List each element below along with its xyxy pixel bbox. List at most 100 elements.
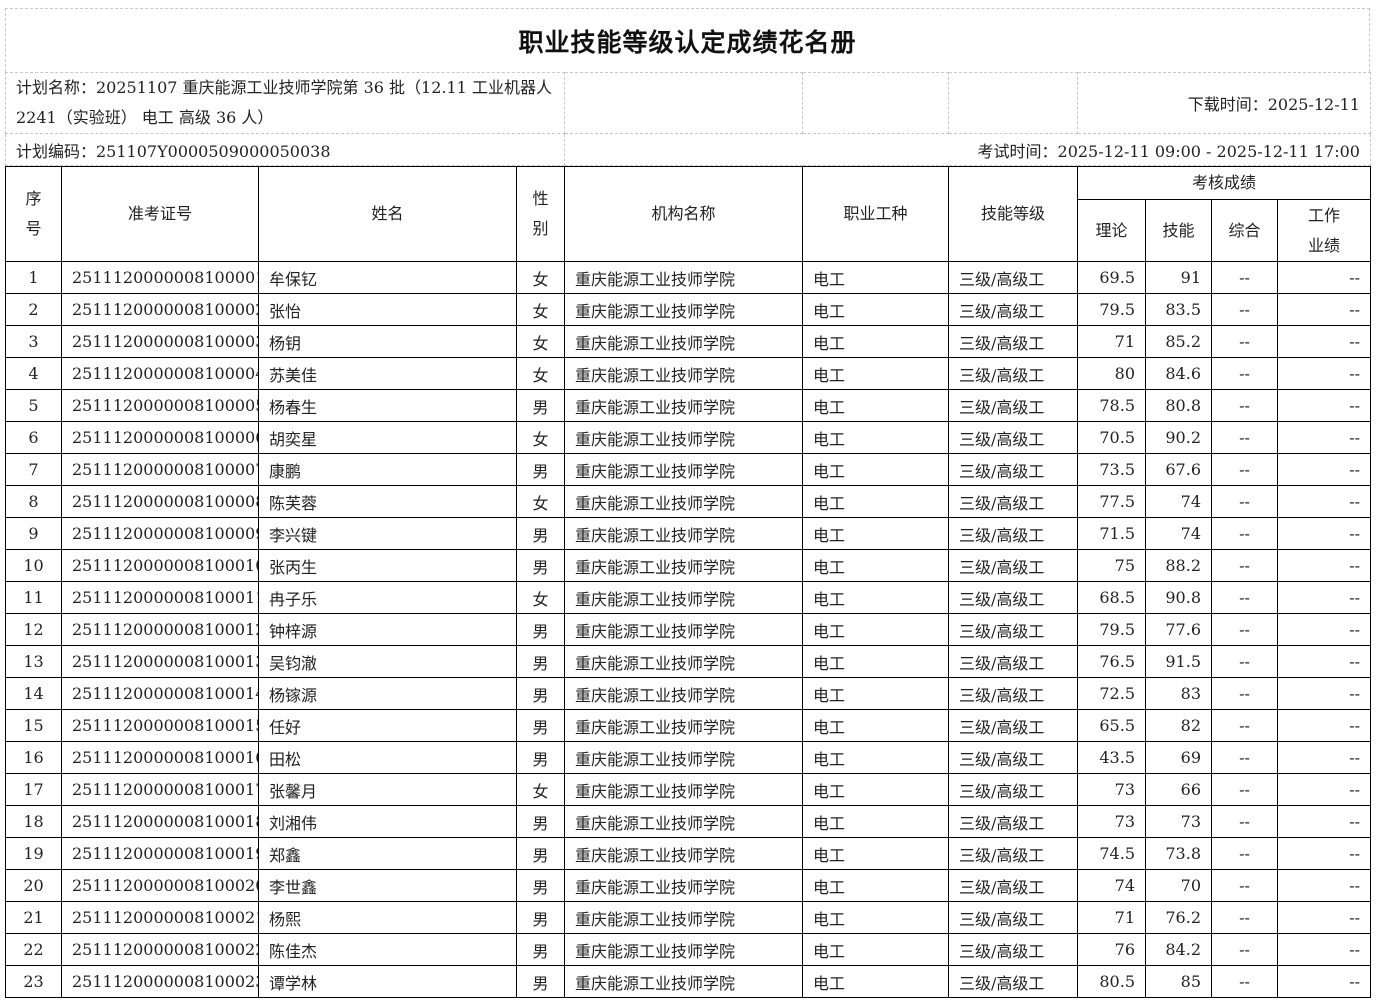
cell-skill: 85 bbox=[1145, 965, 1212, 998]
cell-theory: 71 bbox=[1077, 901, 1146, 934]
cell-work: -- bbox=[1276, 389, 1372, 422]
cell-overall: -- bbox=[1211, 645, 1278, 678]
cell-occupation: 电工 bbox=[802, 293, 949, 326]
cell-ticket: 2511120000008100010 bbox=[61, 549, 259, 582]
cell-work: -- bbox=[1276, 837, 1372, 870]
cell-name: 冉子乐 bbox=[258, 581, 517, 614]
cell-occupation: 电工 bbox=[802, 485, 949, 518]
cell-theory: 72.5 bbox=[1077, 677, 1146, 710]
col-header-level: 技能等级 bbox=[948, 166, 1078, 262]
cell-name: 田松 bbox=[258, 741, 517, 774]
cell-work: -- bbox=[1276, 485, 1372, 518]
cell-skill: 85.2 bbox=[1145, 325, 1212, 358]
cell-seq: 20 bbox=[5, 869, 62, 902]
score-table: 序号 准考证号 姓名 性别 机构名称 职业工种 技能等级 考核成绩 理论 技能 … bbox=[5, 166, 1372, 998]
cell-level: 三级/高级工 bbox=[948, 677, 1078, 710]
cell-seq: 13 bbox=[5, 645, 62, 678]
table-row: 6 2511120000008100006 胡奕星女重庆能源工业技师学院 电工 三级/高… bbox=[5, 421, 1372, 454]
cell-work: -- bbox=[1276, 293, 1372, 326]
cell-gender: 男 bbox=[516, 709, 565, 742]
table-row: 11 2511120000008100011 冉子乐女重庆能源工业技师学院 电工 三级/… bbox=[5, 581, 1372, 614]
col-header-org: 机构名称 bbox=[564, 166, 803, 262]
cell-seq: 21 bbox=[5, 901, 62, 934]
cell-level: 三级/高级工 bbox=[948, 741, 1078, 774]
cell-org: 重庆能源工业技师学院 bbox=[564, 773, 803, 806]
cell-theory: 80 bbox=[1077, 357, 1146, 390]
cell-name: 谭学林 bbox=[258, 965, 517, 998]
cell-name: 胡奕星 bbox=[258, 421, 517, 454]
cell-skill: 70 bbox=[1145, 869, 1212, 902]
cell-occupation: 电工 bbox=[802, 741, 949, 774]
table-row: 5 2511120000008100005 杨春生男重庆能源工业技师学院 电工 三级/高… bbox=[5, 389, 1372, 422]
cell-work: -- bbox=[1276, 549, 1372, 582]
cell-level: 三级/高级工 bbox=[948, 549, 1078, 582]
cell-ticket: 2511120000008100004 bbox=[61, 357, 259, 390]
cell-occupation: 电工 bbox=[802, 389, 949, 422]
plan-name: 计划名称：20251107 重庆能源工业技师学院第 36 批（12.11 工业机… bbox=[5, 72, 565, 134]
cell-overall: -- bbox=[1211, 709, 1278, 742]
cell-name: 钟梓源 bbox=[258, 613, 517, 646]
cell-work: -- bbox=[1276, 805, 1372, 838]
cell-occupation: 电工 bbox=[802, 901, 949, 934]
cell-skill: 82 bbox=[1145, 709, 1212, 742]
cell-seq: 16 bbox=[5, 741, 62, 774]
cell-theory: 76 bbox=[1077, 933, 1146, 966]
cell-seq: 17 bbox=[5, 773, 62, 806]
cell-overall: -- bbox=[1211, 453, 1278, 486]
cell-name: 杨熙 bbox=[258, 901, 517, 934]
cell-level: 三级/高级工 bbox=[948, 357, 1078, 390]
table-row: 20 2511120000008100020 李世鑫男重庆能源工业技师学院 电工 三级/… bbox=[5, 869, 1372, 902]
cell-theory: 74.5 bbox=[1077, 837, 1146, 870]
cell-gender: 男 bbox=[516, 901, 565, 934]
cell-ticket: 2511120000008100009 bbox=[61, 517, 259, 550]
col-header-overall: 综合 bbox=[1211, 199, 1278, 262]
cell-skill: 84.2 bbox=[1145, 933, 1212, 966]
cell-theory: 74 bbox=[1077, 869, 1146, 902]
cell-org: 重庆能源工业技师学院 bbox=[564, 485, 803, 518]
cell-seq: 12 bbox=[5, 613, 62, 646]
cell-ticket: 2511120000008100023 bbox=[61, 965, 259, 998]
cell-org: 重庆能源工业技师学院 bbox=[564, 261, 803, 294]
col-header-name: 姓名 bbox=[258, 166, 517, 262]
cell-occupation: 电工 bbox=[802, 581, 949, 614]
cell-occupation: 电工 bbox=[802, 837, 949, 870]
cell-theory: 69.5 bbox=[1077, 261, 1146, 294]
cell-work: -- bbox=[1276, 677, 1372, 710]
cell-occupation: 电工 bbox=[802, 549, 949, 582]
cell-org: 重庆能源工业技师学院 bbox=[564, 325, 803, 358]
cell-skill: 91 bbox=[1145, 261, 1212, 294]
table-row: 10 2511120000008100010 张丙生男重庆能源工业技师学院 电工 三级/… bbox=[5, 549, 1372, 582]
cell-seq: 15 bbox=[5, 709, 62, 742]
cell-level: 三级/高级工 bbox=[948, 293, 1078, 326]
cell-occupation: 电工 bbox=[802, 933, 949, 966]
cell-name: 杨镓源 bbox=[258, 677, 517, 710]
cell-occupation: 电工 bbox=[802, 773, 949, 806]
cell-name: 张丙生 bbox=[258, 549, 517, 582]
cell-occupation: 电工 bbox=[802, 517, 949, 550]
table-row: 1 2511120000008100001 牟保钇女重庆能源工业技师学院 电工 三级/高… bbox=[5, 261, 1372, 294]
cell-org: 重庆能源工业技师学院 bbox=[564, 421, 803, 454]
cell-theory: 76.5 bbox=[1077, 645, 1146, 678]
cell-seq: 2 bbox=[5, 293, 62, 326]
cell-skill: 66 bbox=[1145, 773, 1212, 806]
cell-theory: 65.5 bbox=[1077, 709, 1146, 742]
cell-gender: 男 bbox=[516, 933, 565, 966]
cell-gender: 男 bbox=[516, 645, 565, 678]
cell-org: 重庆能源工业技师学院 bbox=[564, 645, 803, 678]
cell-org: 重庆能源工业技师学院 bbox=[564, 581, 803, 614]
cell-name: 康鹏 bbox=[258, 453, 517, 486]
cell-skill: 67.6 bbox=[1145, 453, 1212, 486]
cell-level: 三级/高级工 bbox=[948, 805, 1078, 838]
cell-work: -- bbox=[1276, 965, 1372, 998]
cell-overall: -- bbox=[1211, 613, 1278, 646]
cell-overall: -- bbox=[1211, 741, 1278, 774]
cell-org: 重庆能源工业技师学院 bbox=[564, 869, 803, 902]
cell-org: 重庆能源工业技师学院 bbox=[564, 965, 803, 998]
cell-gender: 男 bbox=[516, 613, 565, 646]
cell-skill: 90.8 bbox=[1145, 581, 1212, 614]
table-row: 4 2511120000008100004 苏美佳女重庆能源工业技师学院 电工 三级/高… bbox=[5, 357, 1372, 390]
cell-theory: 77.5 bbox=[1077, 485, 1146, 518]
table-row: 15 2511120000008100015 任好男重庆能源工业技师学院 电工 三级/高… bbox=[5, 709, 1372, 742]
col-header-seq: 序号 bbox=[5, 166, 62, 262]
cell-theory: 71 bbox=[1077, 325, 1146, 358]
